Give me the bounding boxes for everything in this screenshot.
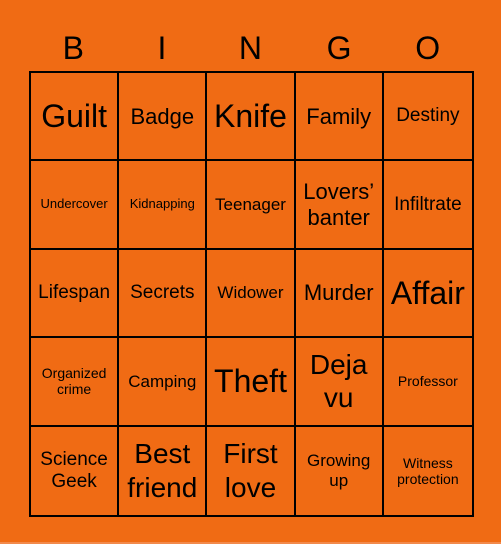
bingo-cell[interactable]: Best friend: [119, 426, 208, 515]
bingo-cell[interactable]: Deja vu: [295, 338, 384, 427]
bingo-cell[interactable]: Science Geek: [31, 426, 120, 515]
bingo-cell[interactable]: Lifespan: [31, 249, 120, 339]
header-letter-n: N: [238, 30, 263, 66]
bingo-cell[interactable]: Destiny: [383, 73, 472, 162]
bingo-cell[interactable]: Family: [295, 73, 384, 162]
header-letter-g: G: [326, 30, 352, 66]
bingo-cell[interactable]: Secrets: [119, 249, 208, 339]
bingo-cell[interactable]: Infiltrate: [383, 161, 472, 250]
header-letter-o: O: [415, 30, 441, 66]
bingo-cell[interactable]: Undercover: [31, 161, 120, 250]
header-letter-b: B: [62, 30, 84, 66]
bingo-cell[interactable]: Theft: [207, 338, 296, 427]
bingo-header: B I N G O: [29, 28, 472, 68]
bingo-cell[interactable]: Guilt: [31, 73, 120, 162]
bingo-cell[interactable]: Growing up: [296, 426, 384, 515]
bingo-cell[interactable]: Organized crime: [31, 338, 120, 427]
bingo-cell[interactable]: Affair: [383, 250, 472, 339]
bingo-cell[interactable]: Widower: [207, 249, 296, 339]
bingo-cell[interactable]: Badge: [119, 73, 208, 162]
bingo-cell[interactable]: Professor: [383, 338, 472, 427]
bingo-cell[interactable]: Witness protection: [384, 427, 472, 515]
bingo-cell[interactable]: Camping: [119, 338, 208, 427]
bingo-cell[interactable]: Lovers’ banter: [295, 161, 384, 250]
bingo-cell[interactable]: Kidnapping: [119, 161, 208, 250]
header-letter-i: I: [157, 30, 167, 66]
bingo-cell[interactable]: Murder: [295, 249, 384, 339]
bingo-card-grid: Guilt Badge Knife Family Destiny Underco…: [29, 71, 474, 517]
bingo-cell[interactable]: Teenager: [207, 161, 296, 250]
bingo-cell[interactable]: First love: [207, 426, 296, 515]
bingo-cell[interactable]: Knife: [207, 73, 296, 162]
